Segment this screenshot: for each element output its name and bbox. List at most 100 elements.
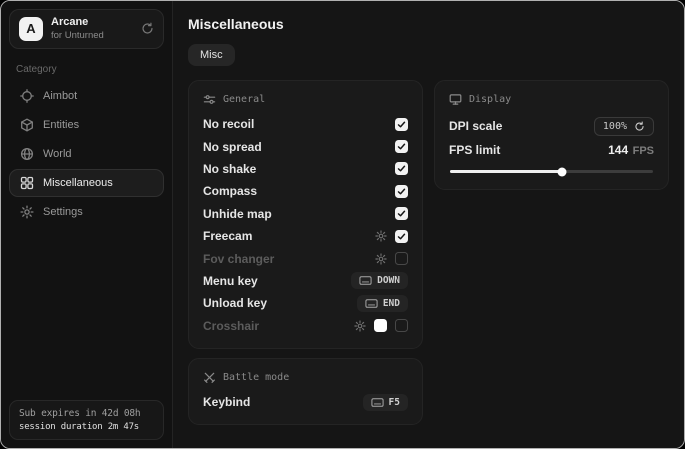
setting-row-dpi-scale: DPI scale 100% (449, 113, 654, 139)
setting-row-no-spread: No spread (203, 135, 408, 157)
app-window: A Arcane for Unturned Category Aimbot (0, 0, 685, 449)
setting-row-unload-key: Unload key END (203, 292, 408, 314)
sidebar-item-miscellaneous[interactable]: Miscellaneous (9, 169, 164, 197)
sidebar-item-label: Settings (43, 206, 83, 218)
gear-icon (375, 230, 387, 242)
sidebar-item-world[interactable]: World (9, 140, 164, 168)
setting-row-no-shake: No shake (203, 158, 408, 180)
setting-row-unhide-map: Unhide map (203, 203, 408, 225)
crosshair-icon (20, 89, 34, 103)
setting-row-battle-keybind: Keybind F5 (203, 391, 408, 413)
sub-expiry-text: Sub expires in 42d 08h (19, 408, 154, 419)
app-logo: A (19, 17, 43, 41)
app-subtitle: for Unturned (51, 30, 104, 42)
check-icon (397, 209, 406, 218)
fov-settings-button[interactable] (375, 253, 387, 265)
compass-checkbox[interactable] (395, 185, 408, 198)
setting-label: FPS limit (449, 143, 500, 157)
freecam-checkbox[interactable] (395, 230, 408, 243)
crosshair-checkbox[interactable] (395, 319, 408, 332)
sidebar-item-settings[interactable]: Settings (9, 198, 164, 226)
keyboard-icon (359, 276, 372, 285)
check-icon (397, 187, 406, 196)
sliders-icon (203, 93, 216, 106)
fps-slider[interactable] (450, 170, 653, 173)
sidebar: A Arcane for Unturned Category Aimbot (1, 1, 173, 448)
keybind-value: F5 (389, 397, 400, 408)
setting-label: No recoil (203, 117, 254, 131)
setting-row-menu-key: Menu key DOWN (203, 270, 408, 292)
setting-label: Unhide map (203, 207, 272, 221)
fov-changer-checkbox[interactable] (395, 252, 408, 265)
tab-misc[interactable]: Misc (188, 44, 235, 66)
keyboard-icon (365, 299, 378, 308)
display-panel: Display DPI scale 100% FPS limit (434, 80, 669, 190)
setting-label: No spread (203, 140, 262, 154)
dpi-scale-control[interactable]: 100% (594, 117, 654, 136)
setting-row-fov-changer: Fov changer (203, 247, 408, 269)
no-shake-checkbox[interactable] (395, 162, 408, 175)
check-icon (397, 232, 406, 241)
setting-label: Freecam (203, 229, 252, 243)
unhide-map-checkbox[interactable] (395, 207, 408, 220)
globe-icon (20, 147, 34, 161)
setting-label: Unload key (203, 296, 267, 310)
setting-label: Fov changer (203, 252, 274, 266)
crosshair-settings-button[interactable] (354, 320, 366, 332)
setting-row-no-recoil: No recoil (203, 113, 408, 135)
keybind-value: END (383, 298, 400, 309)
fps-slider-fill (450, 170, 562, 173)
sidebar-item-entities[interactable]: Entities (9, 111, 164, 139)
display-panel-header: Display (449, 93, 654, 106)
unload-keybind-button[interactable]: END (357, 295, 408, 312)
session-duration-text: session duration 2m 47s (19, 422, 154, 432)
setting-label: No shake (203, 162, 256, 176)
battle-keybind-button[interactable]: F5 (363, 394, 408, 411)
menu-keybind-button[interactable]: DOWN (351, 272, 408, 289)
general-panel-header: General (203, 93, 408, 106)
sidebar-item-aimbot[interactable]: Aimbot (9, 82, 164, 110)
monitor-icon (449, 93, 462, 106)
setting-row-compass: Compass (203, 180, 408, 202)
swords-icon (203, 371, 216, 384)
sidebar-item-label: World (43, 148, 72, 160)
no-recoil-checkbox[interactable] (395, 118, 408, 131)
fps-slider-thumb[interactable] (557, 167, 566, 176)
freecam-settings-button[interactable] (375, 230, 387, 242)
subscription-info: Sub expires in 42d 08h session duration … (9, 400, 164, 440)
grid-icon (20, 176, 34, 190)
sync-button[interactable] (141, 22, 154, 35)
battle-mode-panel: Battle mode Keybind F5 (188, 358, 423, 425)
setting-row-crosshair: Crosshair (203, 315, 408, 337)
gear-icon (354, 320, 366, 332)
setting-label: DPI scale (449, 119, 502, 133)
no-spread-checkbox[interactable] (395, 140, 408, 153)
check-icon (397, 164, 406, 173)
reset-icon[interactable] (634, 121, 645, 132)
setting-row-freecam: Freecam (203, 225, 408, 247)
battle-panel-header: Battle mode (203, 371, 408, 384)
display-panel-title: Display (469, 94, 511, 105)
gear-icon (20, 205, 34, 219)
cube-icon (20, 118, 34, 132)
fps-unit: FPS (633, 145, 654, 157)
setting-row-fps-limit: FPS limit 144 FPS (449, 139, 654, 161)
check-icon (397, 142, 406, 151)
setting-label: Keybind (203, 395, 250, 409)
setting-label: Crosshair (203, 319, 259, 333)
setting-label: Compass (203, 184, 257, 198)
category-label: Category (16, 64, 157, 75)
battle-panel-title: Battle mode (223, 372, 289, 383)
app-meta: Arcane for Unturned (51, 16, 104, 42)
crosshair-color-swatch[interactable] (374, 319, 387, 332)
dpi-value: 100% (603, 121, 627, 132)
sidebar-item-label: Miscellaneous (43, 177, 113, 189)
general-panel-title: General (223, 94, 265, 105)
sync-icon (141, 22, 154, 35)
app-header-card: A Arcane for Unturned (9, 9, 164, 49)
fps-value: 144 (608, 143, 628, 157)
page-title: Miscellaneous (188, 16, 669, 32)
gear-icon (375, 253, 387, 265)
setting-label: Menu key (203, 274, 258, 288)
main-content: Miscellaneous Misc General No recoil (173, 1, 684, 448)
